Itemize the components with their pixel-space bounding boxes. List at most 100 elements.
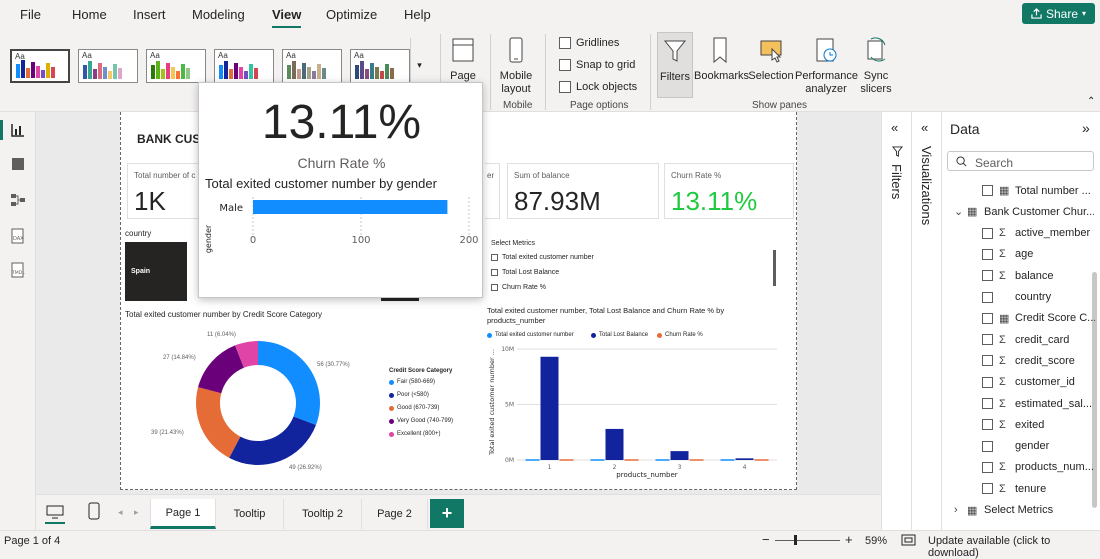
column-bar[interactable] xyxy=(605,428,624,460)
theme-swatch-6[interactable]: Aa xyxy=(350,49,410,83)
tab-page-2[interactable]: Page 2 xyxy=(362,499,428,529)
field-checkbox[interactable] xyxy=(982,248,993,260)
fit-to-page-icon[interactable] xyxy=(901,534,916,546)
field-checkbox[interactable] xyxy=(982,376,993,388)
field-checkbox[interactable] xyxy=(982,312,993,324)
mobile-layout-button[interactable]: Mobile layout xyxy=(496,35,536,96)
kpi-card-churn-rate[interactable]: Churn Rate % 13.11% xyxy=(664,163,794,219)
tab-page-1[interactable]: Page 1 xyxy=(150,499,216,529)
column-bar[interactable] xyxy=(735,458,754,460)
menu-optimize[interactable]: Optimize xyxy=(326,7,377,22)
column-bar[interactable] xyxy=(540,356,559,460)
field-item[interactable]: Σbalance xyxy=(942,265,1100,286)
field-item[interactable]: Σexited xyxy=(942,414,1100,435)
visualizations-pane-collapsed[interactable]: « Visualizations xyxy=(911,112,941,530)
theme-swatch-4[interactable]: Aa xyxy=(214,49,274,83)
add-page-button[interactable]: + xyxy=(430,499,464,528)
next-page-icon[interactable]: ▸ xyxy=(134,507,139,518)
field-item[interactable]: Σcredit_score xyxy=(942,350,1100,371)
report-view-icon[interactable] xyxy=(10,122,26,138)
collapse-ribbon-icon[interactable]: ⌃ xyxy=(1087,96,1095,107)
column-bar[interactable] xyxy=(670,451,689,460)
bookmarks-pane-button[interactable]: Bookmarks xyxy=(694,35,749,82)
table-view-icon[interactable] xyxy=(10,156,26,172)
field-item[interactable]: Σtenure xyxy=(942,478,1100,499)
share-button[interactable]: Share ▾ xyxy=(1022,3,1095,24)
field-checkbox[interactable] xyxy=(982,355,993,367)
menu-file[interactable]: File xyxy=(20,7,41,22)
performance-analyzer-button[interactable]: Performance analyzer xyxy=(795,35,858,96)
chevron-down-icon[interactable]: ⌄ xyxy=(954,205,963,218)
field-item[interactable]: › ▦ Select Metrics xyxy=(942,500,1100,521)
field-checkbox[interactable] xyxy=(982,291,993,303)
filters-pane-button[interactable]: Filters xyxy=(657,32,693,98)
mobile-view-icon[interactable] xyxy=(88,502,100,520)
collapse-data-pane-icon[interactable]: » xyxy=(1082,120,1090,136)
metric-option-churn[interactable]: Churn Rate % xyxy=(491,284,546,291)
field-checkbox[interactable] xyxy=(982,461,993,473)
field-checkbox[interactable] xyxy=(982,483,993,495)
prev-page-icon[interactable]: ◂ xyxy=(118,507,123,518)
filters-pane-collapsed[interactable]: « Filters xyxy=(881,112,911,530)
column-legend-item[interactable]: Churn Rate % xyxy=(657,332,703,338)
expand-viz-icon[interactable]: « xyxy=(921,120,928,135)
tmdl-view-icon[interactable]: TMDL xyxy=(10,262,26,278)
field-item[interactable]: gender xyxy=(942,436,1100,457)
kpi-card-partial[interactable]: er xyxy=(485,163,500,219)
zoom-in-button[interactable]: + xyxy=(845,532,853,547)
field-item[interactable]: Σproducts_num... xyxy=(942,457,1100,478)
field-checkbox[interactable] xyxy=(982,227,993,239)
desktop-view-icon[interactable] xyxy=(46,505,64,519)
tab-tooltip[interactable]: Tooltip xyxy=(216,499,284,529)
metrics-scrollbar[interactable] xyxy=(773,250,776,286)
selection-pane-button[interactable]: Selection xyxy=(748,35,794,82)
field-item[interactable]: ▦ Credit Score C... xyxy=(942,308,1100,329)
data-search-input[interactable]: Search xyxy=(947,151,1094,171)
chevron-right-icon[interactable]: › xyxy=(954,504,958,516)
zoom-out-button[interactable]: − xyxy=(762,532,770,547)
legend-item[interactable]: Fair (580-669) xyxy=(389,379,435,385)
field-checkbox[interactable] xyxy=(982,270,993,282)
field-item[interactable]: Σcredit_card xyxy=(942,329,1100,350)
theme-swatch-2[interactable]: Aa xyxy=(78,49,138,83)
donut-slice[interactable] xyxy=(196,387,241,458)
gridlines-checkbox[interactable]: Gridlines xyxy=(559,37,619,49)
update-available-link[interactable]: Update available (click to download) xyxy=(928,535,1100,559)
tab-tooltip-2[interactable]: Tooltip 2 xyxy=(284,499,362,529)
menu-modeling[interactable]: Modeling xyxy=(192,7,245,22)
kpi-card-sum-balance[interactable]: Sum of balance 87.93M xyxy=(507,163,659,219)
field-item[interactable]: Σage xyxy=(942,244,1100,265)
legend-item[interactable]: Very Good (740-799) xyxy=(389,418,453,424)
bar-male[interactable] xyxy=(253,200,448,214)
metric-option-exited[interactable]: Total exited customer number xyxy=(491,254,594,261)
donut-slice[interactable] xyxy=(198,345,244,394)
lock-objects-checkbox[interactable]: Lock objects xyxy=(559,81,637,93)
field-checkbox[interactable] xyxy=(982,185,993,196)
column-legend-item[interactable]: Total Lost Balance xyxy=(591,332,648,338)
expand-filters-icon[interactable]: « xyxy=(891,120,898,135)
sync-slicers-button[interactable]: Sync slicers xyxy=(858,35,894,96)
theme-swatch-1[interactable]: Aa xyxy=(10,49,70,83)
field-item[interactable]: ▦ Total number ... xyxy=(942,180,1100,201)
metric-option-lost-balance[interactable]: Total Lost Balance xyxy=(491,269,559,276)
menu-insert[interactable]: Insert xyxy=(133,7,166,22)
field-item[interactable]: Σcustomer_id xyxy=(942,372,1100,393)
menu-home[interactable]: Home xyxy=(72,7,107,22)
field-checkbox[interactable] xyxy=(982,440,993,452)
dax-query-icon[interactable]: DAX xyxy=(10,228,26,244)
field-checkbox[interactable] xyxy=(982,419,993,431)
donut-slice[interactable] xyxy=(229,416,316,465)
menu-view[interactable]: View xyxy=(272,7,302,28)
field-checkbox[interactable] xyxy=(982,398,993,409)
kpi-card-total-customers[interactable]: Total number of c 1K xyxy=(127,163,207,219)
legend-item[interactable]: Excellent (800+) xyxy=(389,431,441,437)
country-tile-spain[interactable]: Spain xyxy=(125,242,187,301)
theme-swatch-5[interactable]: Aa xyxy=(282,49,342,83)
model-view-icon[interactable] xyxy=(10,192,26,208)
donut-chart[interactable] xyxy=(181,338,331,468)
field-item[interactable]: Σactive_member xyxy=(942,223,1100,244)
gender-bar-chart[interactable]: 0 100 200 Male gender xyxy=(199,195,484,295)
donut-slice[interactable] xyxy=(258,341,320,425)
menu-help[interactable]: Help xyxy=(404,7,431,22)
field-checkbox[interactable] xyxy=(982,334,993,346)
